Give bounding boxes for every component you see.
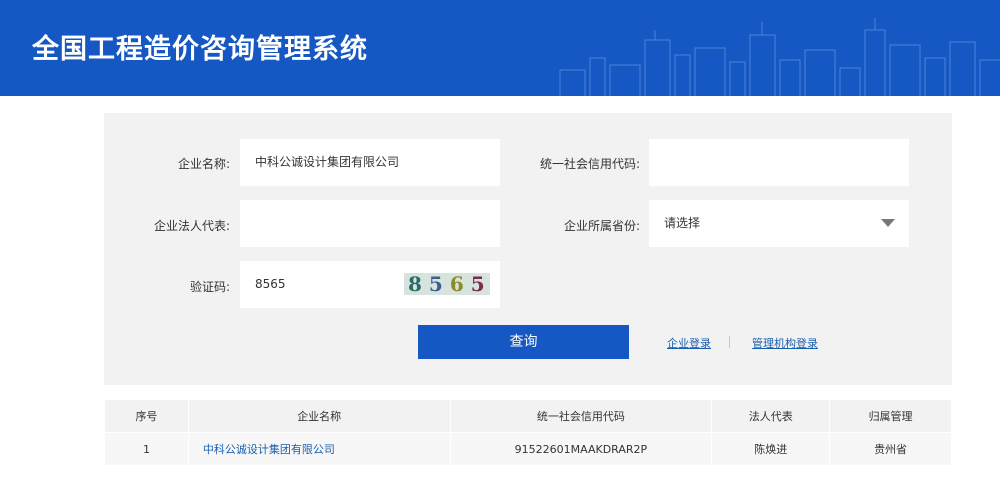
company-link[interactable]: 中科公诚设计集团有限公司 (203, 443, 335, 456)
province-selected-value: 请选择 (664, 216, 701, 230)
captcha-label: 验证码: (189, 280, 230, 294)
province-select[interactable]: 请选择 (649, 200, 909, 247)
col-header-region: 归属管理 (829, 399, 952, 433)
company-name-label: 企业名称: (177, 157, 230, 171)
cell-region: 贵州省 (829, 432, 952, 466)
search-button[interactable]: 查询 (418, 325, 629, 359)
results-table: 序号 企业名称 统一社会信用代码 法人代表 归属管理 1 中科公诚设计集团有限公… (104, 399, 952, 466)
captcha-value: 8565 (255, 277, 286, 291)
captcha-image[interactable]: 8565 (404, 273, 490, 295)
divider (729, 336, 730, 348)
cell-credit-code: 91522601MAAKDRAR2P (449, 432, 713, 466)
col-header-legal-rep: 法人代表 (711, 399, 831, 433)
cell-legal-rep: 陈焕进 (711, 432, 831, 466)
company-name-value: 中科公诚设计集团有限公司 (255, 155, 400, 169)
col-header-company: 企业名称 (187, 399, 451, 433)
captcha-input[interactable]: 8565 8565 (240, 261, 500, 308)
chevron-down-icon (881, 219, 895, 227)
province-label: 企业所属省份: (563, 219, 640, 233)
app-header: 全国工程造价咨询管理系统 (0, 0, 1000, 96)
cell-company: 中科公诚设计集团有限公司 (187, 432, 451, 466)
search-panel: 企业名称: 中科公诚设计集团有限公司 统一社会信用代码: 企业法人代表: 企业所… (104, 113, 952, 385)
col-header-index: 序号 (104, 399, 189, 433)
legal-rep-label: 企业法人代表: (153, 219, 230, 233)
app-title: 全国工程造价咨询管理系统 (32, 34, 368, 65)
credit-code-input[interactable] (649, 139, 909, 186)
cell-index: 1 (104, 432, 189, 466)
col-header-credit-code: 统一社会信用代码 (449, 399, 713, 433)
table-row: 1 中科公诚设计集团有限公司 91522601MAAKDRAR2P 陈焕进 贵州… (104, 432, 952, 466)
table-header-row: 序号 企业名称 统一社会信用代码 法人代表 归属管理 (104, 399, 952, 433)
legal-rep-input[interactable] (240, 200, 500, 247)
enterprise-login-link[interactable]: 企业登录 (667, 335, 711, 351)
agency-login-link[interactable]: 管理机构登录 (752, 335, 818, 351)
credit-code-label: 统一社会信用代码: (539, 157, 640, 171)
company-name-input[interactable]: 中科公诚设计集团有限公司 (240, 139, 500, 186)
